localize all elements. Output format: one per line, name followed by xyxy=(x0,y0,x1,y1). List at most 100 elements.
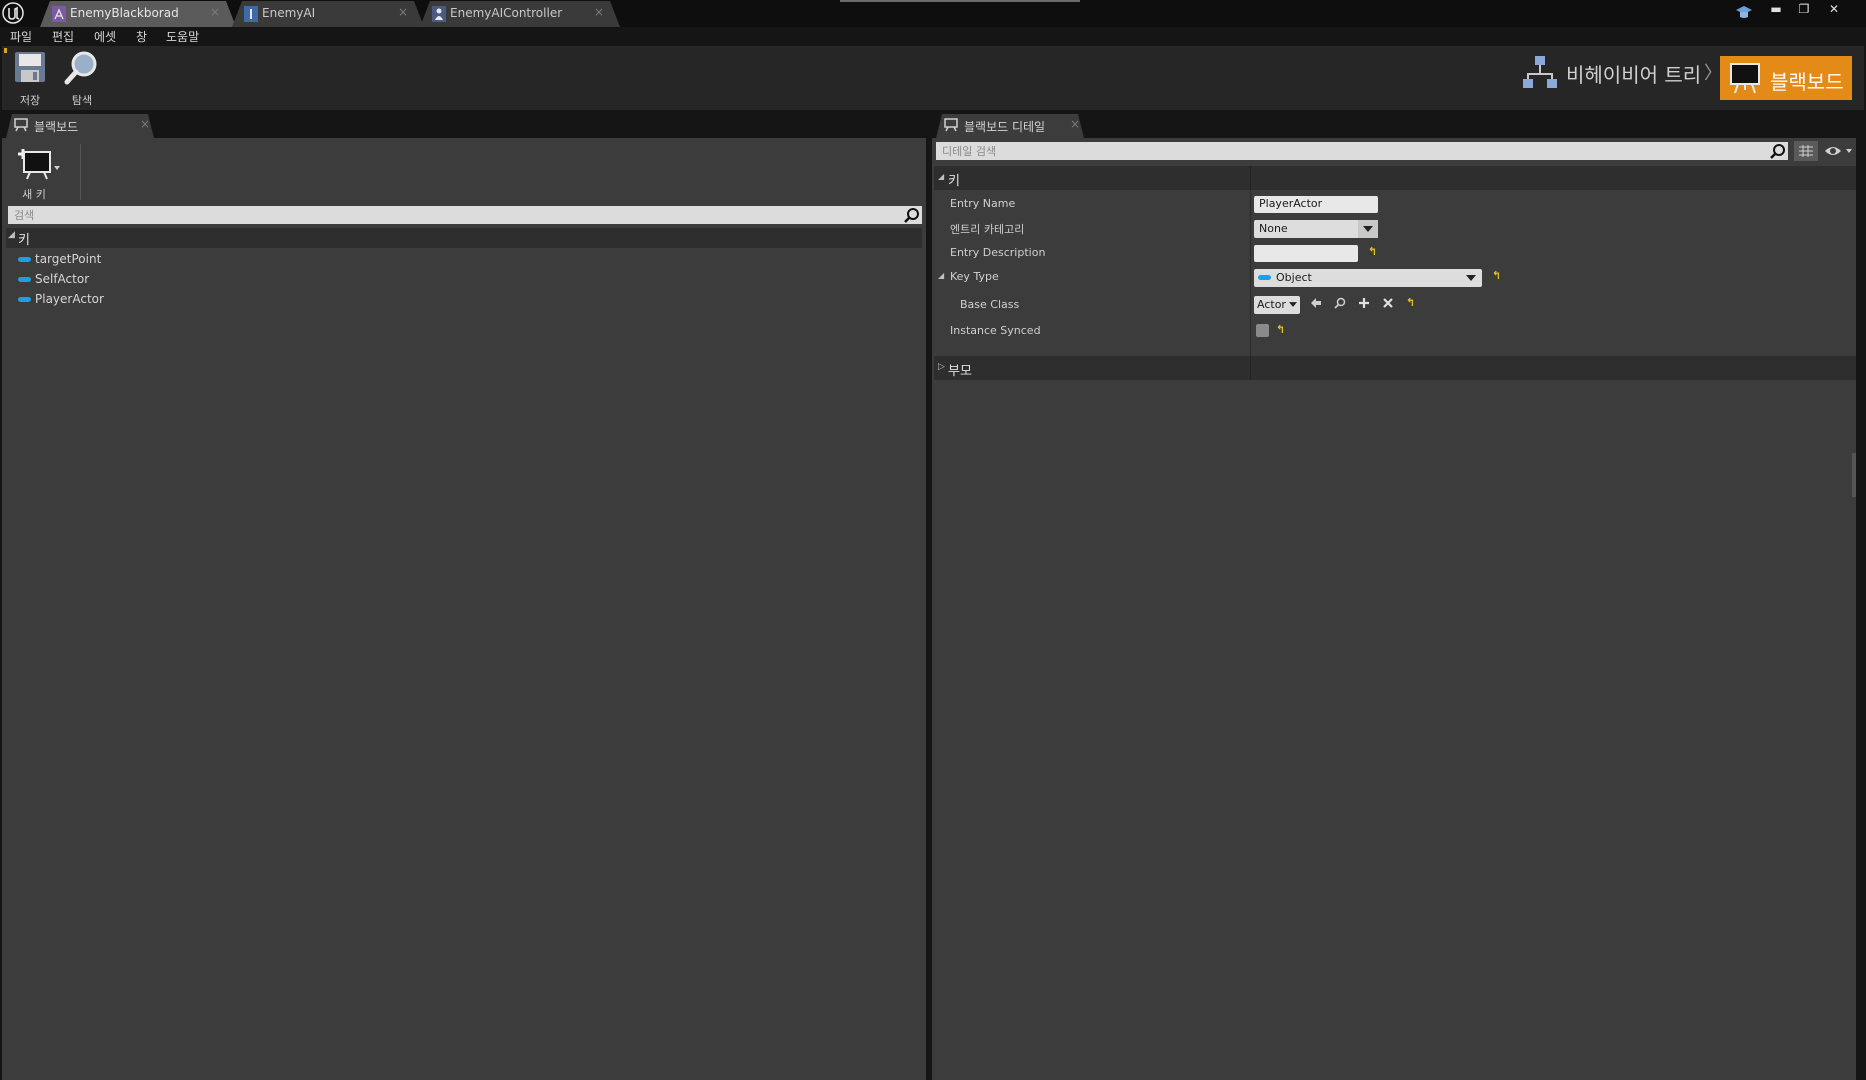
menu-asset[interactable]: 에셋 xyxy=(94,28,116,45)
key-type-combo[interactable]: Object xyxy=(1254,269,1482,287)
key-section-header[interactable]: ◢ 키 xyxy=(934,166,1856,190)
key-item-label: SelfActor xyxy=(35,272,90,286)
tab-blackboard-label: 블랙보드 xyxy=(34,120,79,134)
reset-to-default-icon[interactable]: ↰ xyxy=(1492,269,1501,282)
key-search-box xyxy=(8,206,922,224)
magnifier-icon xyxy=(1334,297,1346,309)
unreal-logo-icon[interactable] xyxy=(2,2,24,24)
key-type-label: Key Type xyxy=(950,270,999,283)
magnifier-icon xyxy=(64,51,97,85)
details-scrollbar[interactable] xyxy=(1852,453,1856,497)
right-panel-tabstrip: 블랙보드 디테일 × xyxy=(932,110,1856,138)
new-key-icon xyxy=(18,149,60,180)
column-divider[interactable] xyxy=(1250,190,1251,372)
blackboard-tab-icon xyxy=(14,118,28,132)
view-options-eye-icon[interactable] xyxy=(1824,143,1854,159)
object-key-icon xyxy=(18,277,31,282)
clear-class-button[interactable] xyxy=(1380,297,1396,313)
close-icon[interactable]: × xyxy=(594,5,604,19)
browse-class-button[interactable] xyxy=(1332,297,1348,313)
breadcrumb-blackboard-button[interactable]: 블랙보드 xyxy=(1720,56,1852,100)
blackboard-panel: 새 키 ◢ 키 targetPoint SelfActor PlayerActo… xyxy=(2,138,926,1080)
minimize-button[interactable]: ▬ xyxy=(1764,1,1788,17)
close-icon[interactable]: × xyxy=(398,5,408,19)
tab-blackboard-details[interactable]: 블랙보드 디테일 × xyxy=(936,114,1084,138)
close-icon[interactable]: × xyxy=(210,5,220,19)
key-type-value: Object xyxy=(1276,271,1312,284)
parent-section-label: 부모 xyxy=(948,364,972,379)
doc-tab-enemy-ai[interactable]: EnemyAI × xyxy=(232,1,424,27)
chevron-down-icon xyxy=(1466,275,1476,281)
keys-section-label: 키 xyxy=(18,233,30,248)
doc-tab-enemy-blackboard[interactable]: EnemyBlackborad × xyxy=(40,1,236,27)
key-section-label: 키 xyxy=(948,174,960,189)
breadcrumb-behavior-tree-label: 비헤이비어 트리 xyxy=(1566,63,1702,87)
blackboard-asset-icon xyxy=(52,6,66,22)
details-search-box xyxy=(936,142,1788,160)
learning-cap-icon[interactable] xyxy=(1734,3,1754,21)
save-button[interactable]: 저장 xyxy=(10,48,50,108)
entry-name-field[interactable]: PlayerActor xyxy=(1254,196,1378,213)
instance-synced-label: Instance Synced xyxy=(950,324,1041,337)
instance-synced-checkbox[interactable] xyxy=(1256,324,1269,337)
arrow-left-icon xyxy=(1311,298,1321,308)
entry-category-label: 엔트리 카테고리 xyxy=(950,223,1025,236)
search-icon[interactable] xyxy=(904,207,920,223)
close-icon xyxy=(1383,298,1393,308)
menu-window[interactable]: 창 xyxy=(136,28,147,45)
key-item-label: targetPoint xyxy=(35,252,102,266)
column-divider xyxy=(1250,356,1251,380)
key-item-player-actor[interactable]: PlayerActor xyxy=(18,292,104,306)
use-selected-button[interactable] xyxy=(1308,297,1324,313)
doc-tab-label: EnemyAI xyxy=(262,6,316,20)
base-class-combo[interactable]: Actor xyxy=(1254,296,1300,314)
entry-category-value: None xyxy=(1259,222,1288,235)
save-label: 저장 xyxy=(19,94,41,107)
new-key-button[interactable]: 새 키 xyxy=(12,142,68,201)
key-item-target-point[interactable]: targetPoint xyxy=(18,252,101,266)
doc-tab-enemy-ai-controller[interactable]: EnemyAIController × xyxy=(420,1,620,27)
maximize-button[interactable]: ❐ xyxy=(1792,1,1816,17)
combo-arrow xyxy=(1358,220,1378,238)
property-matrix-button[interactable] xyxy=(1794,141,1818,161)
close-window-button[interactable]: ✕ xyxy=(1822,1,1846,17)
menu-edit[interactable]: 편집 xyxy=(52,28,74,45)
keys-section-header[interactable]: ◢ 키 xyxy=(6,228,922,248)
parent-section-header[interactable]: ▷ 부모 xyxy=(934,356,1856,380)
details-search-input[interactable] xyxy=(936,142,1788,160)
ai-controller-asset-icon xyxy=(432,6,446,22)
chevron-down-icon xyxy=(1363,226,1373,232)
behavior-tree-asset-icon xyxy=(244,6,258,22)
object-key-icon xyxy=(18,257,31,262)
collapse-arrow-icon: ◢ xyxy=(938,172,945,181)
base-class-label: Base Class xyxy=(960,298,1020,311)
tab-blackboard[interactable]: 블랙보드 × xyxy=(6,114,154,138)
toolbar: 저장 탐색 비헤이비어 트리 〉 블랙보드 xyxy=(2,46,1864,110)
collapse-arrow-icon[interactable]: ◢ xyxy=(938,271,944,280)
close-icon[interactable]: × xyxy=(140,117,150,131)
blackboard-tab-icon xyxy=(944,118,958,132)
search-icon[interactable] xyxy=(1770,143,1786,159)
column-divider xyxy=(1250,166,1251,190)
save-disk-icon xyxy=(15,52,45,82)
key-search-input[interactable] xyxy=(8,206,922,224)
reset-to-default-icon[interactable]: ↰ xyxy=(1368,245,1377,258)
left-panel-tabstrip: 블랙보드 × xyxy=(2,110,926,138)
entry-description-field[interactable] xyxy=(1254,245,1358,262)
title-bar: EnemyBlackborad × EnemyAI × EnemyAIContr… xyxy=(0,0,1866,27)
key-item-self-actor[interactable]: SelfActor xyxy=(18,272,89,286)
window-drag-indicator xyxy=(840,0,1080,2)
object-key-icon xyxy=(18,297,31,302)
menu-bar: 파일 편집 에셋 창 도움말 xyxy=(0,27,1866,46)
close-icon[interactable]: × xyxy=(1070,117,1080,131)
create-new-class-button[interactable] xyxy=(1356,297,1372,313)
breadcrumb-behavior-tree[interactable]: 비헤이비어 트리 xyxy=(1522,52,1722,92)
menu-help[interactable]: 도움말 xyxy=(166,28,199,45)
menu-file[interactable]: 파일 xyxy=(10,28,32,45)
entry-name-label: Entry Name xyxy=(950,197,1016,210)
browse-button[interactable]: 탐색 xyxy=(60,48,104,108)
reset-to-default-icon[interactable]: ↰ xyxy=(1276,323,1285,336)
entry-category-combo[interactable]: None xyxy=(1254,220,1378,238)
base-class-value: Actor xyxy=(1257,298,1286,311)
reset-to-default-icon[interactable]: ↰ xyxy=(1406,296,1415,309)
